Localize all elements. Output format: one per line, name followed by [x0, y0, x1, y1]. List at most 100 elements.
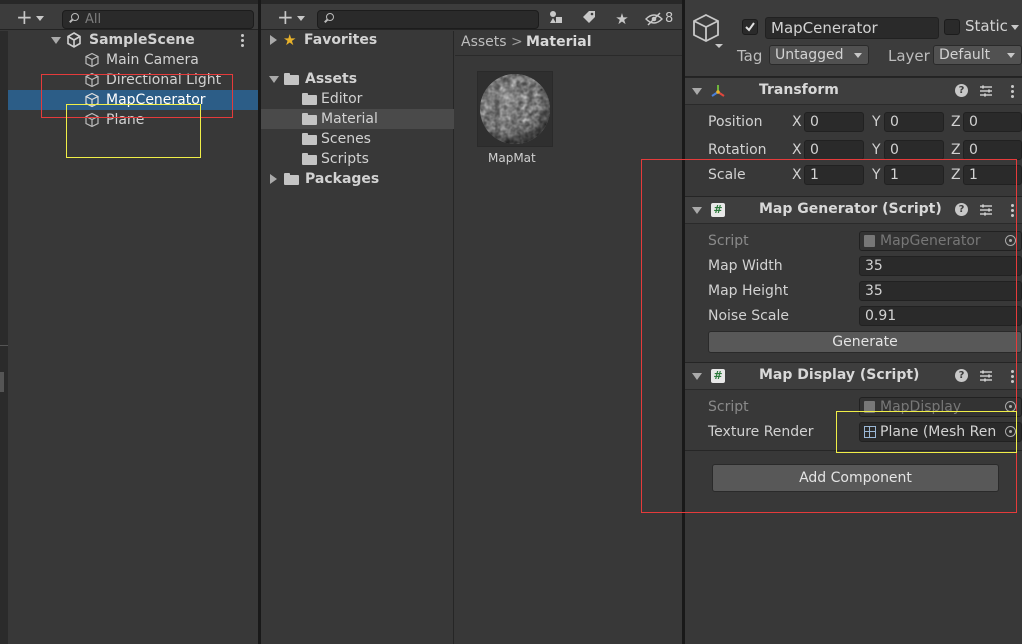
rotation-x-field[interactable]: 0: [804, 140, 864, 160]
folder-icon: [302, 133, 317, 145]
hierarchy-item-main-camera[interactable]: Main Camera: [8, 50, 258, 70]
plus-icon: +: [277, 5, 294, 29]
tree-item-label: Favorites: [304, 32, 378, 48]
search-icon: [69, 13, 79, 23]
tree-item-label: Assets: [305, 71, 358, 87]
tree-item-favorites[interactable]: ★ Favorites: [261, 30, 454, 50]
rotation-z-field[interactable]: 0: [963, 140, 1022, 160]
gameobject-large-icon[interactable]: [693, 13, 727, 54]
help-icon[interactable]: ?: [955, 84, 968, 97]
layer-value: Default: [939, 47, 991, 63]
axis-label[interactable]: Z: [951, 112, 961, 132]
tag-label: Tag: [737, 47, 763, 65]
tree-item-assets[interactable]: Assets: [261, 69, 454, 89]
static-checkbox[interactable]: [944, 19, 960, 35]
transform-header[interactable]: Transform ?: [685, 77, 1022, 105]
hidden-count: 8: [665, 11, 674, 26]
presets-icon[interactable]: [979, 84, 993, 98]
tree-item-label: Material: [321, 111, 378, 127]
breadcrumb: Assets > Material: [455, 31, 682, 56]
hierarchy-gutter-mark: [0, 372, 4, 392]
hierarchy-create-button[interactable]: +: [8, 5, 44, 29]
folder-icon: [302, 93, 317, 105]
axis-label[interactable]: Y: [872, 112, 881, 132]
expand-arrow-icon[interactable]: [270, 174, 277, 184]
material-sphere-icon: [480, 74, 550, 144]
project-search-input[interactable]: [317, 10, 539, 29]
search-icon: [324, 13, 334, 23]
project-panel: + ★ 8 ★ Favorites Assets Editor Material…: [261, 0, 682, 644]
project-create-button[interactable]: +: [269, 5, 305, 29]
expand-arrow-icon[interactable]: [51, 37, 61, 44]
axis-label[interactable]: Y: [872, 140, 881, 160]
hierarchy-search-placeholder: All: [85, 12, 102, 27]
position-z-field[interactable]: 0: [963, 112, 1022, 132]
chevron-down-icon: [854, 53, 862, 58]
eye-slash-icon: [645, 12, 663, 26]
layer-label: Layer: [888, 47, 930, 65]
transform-icon: [709, 83, 727, 105]
rotation-y-field[interactable]: 0: [884, 140, 944, 160]
tree-item-label: Scenes: [321, 131, 371, 147]
position-x-field[interactable]: 0: [804, 112, 864, 132]
yellow-highlight-box: [66, 104, 201, 158]
chevron-down-icon: [297, 16, 305, 21]
gameobject-cube-icon: [84, 52, 100, 68]
star-icon: ★: [283, 31, 297, 49]
tag-dropdown[interactable]: Untagged: [769, 45, 869, 65]
static-dropdown-icon[interactable]: [1011, 25, 1019, 30]
unity-scene-icon: [66, 32, 82, 48]
hierarchy-gutter-line: [0, 345, 8, 346]
filter-by-label-icon[interactable]: [577, 9, 601, 29]
axis-label[interactable]: X: [792, 140, 802, 160]
hidden-packages-toggle[interactable]: 8: [643, 9, 677, 29]
folder-icon: [302, 113, 317, 125]
expand-arrow-icon[interactable]: [269, 76, 279, 83]
tree-item-label: Packages: [305, 171, 380, 187]
axis-label[interactable]: Z: [951, 140, 961, 160]
folder-open-icon: [284, 73, 299, 85]
plus-icon: +: [16, 5, 33, 29]
object-name-field[interactable]: MapCenerator: [765, 17, 939, 39]
hierarchy-toolbar: + All: [0, 4, 258, 30]
more-options-icon[interactable]: [241, 34, 244, 47]
hierarchy-scene-row[interactable]: SampleScene: [8, 30, 258, 50]
component-title: Transform: [759, 82, 839, 98]
layer-dropdown[interactable]: Default: [933, 45, 1022, 65]
hierarchy-gutter: [0, 31, 8, 644]
tree-item-packages[interactable]: Packages: [261, 169, 454, 189]
scene-name: SampleScene: [89, 32, 195, 48]
inspector-header: MapCenerator Static Tag Untagged Layer D…: [685, 0, 1022, 77]
folder-icon: [302, 153, 317, 165]
tree-item-label: Scripts: [321, 151, 369, 167]
favorite-star-icon[interactable]: ★: [610, 9, 634, 29]
filter-by-type-icon[interactable]: [544, 9, 568, 29]
tree-item-label: Editor: [321, 91, 363, 107]
position-y-field[interactable]: 0: [884, 112, 944, 132]
checkmark-icon: [745, 22, 755, 32]
foldout-arrow-icon[interactable]: [692, 88, 702, 95]
tree-item-editor[interactable]: Editor: [261, 89, 454, 109]
hierarchy-search-input[interactable]: All: [62, 10, 254, 29]
red-highlight-box: [641, 159, 1017, 513]
project-toolbar: + ★ 8: [261, 4, 682, 30]
axis-label[interactable]: X: [792, 112, 802, 132]
breadcrumb-current[interactable]: Material: [526, 34, 592, 50]
static-label: Static: [965, 17, 1008, 35]
chevron-down-icon: [36, 16, 44, 21]
active-checkbox[interactable]: [742, 19, 758, 35]
transform-row-label: Rotation: [708, 142, 767, 158]
tree-item-material[interactable]: Material: [261, 109, 454, 129]
inspector-panel: MapCenerator Static Tag Untagged Layer D…: [641, 0, 1022, 644]
folder-icon: [284, 173, 299, 185]
expand-arrow-icon[interactable]: [270, 35, 277, 45]
more-options-icon[interactable]: [1011, 85, 1014, 98]
hierarchy-panel: + All SampleScene Main Camera Directiona…: [0, 0, 258, 644]
asset-mapmat[interactable]: [477, 71, 553, 147]
breadcrumb-root[interactable]: Assets: [461, 34, 507, 50]
tree-item-scripts[interactable]: Scripts: [261, 149, 454, 169]
tree-item-scenes[interactable]: Scenes: [261, 129, 454, 149]
hierarchy-item-label: Main Camera: [106, 52, 199, 68]
transform-row-label: Position: [708, 114, 763, 130]
asset-label: MapMat: [488, 151, 536, 165]
